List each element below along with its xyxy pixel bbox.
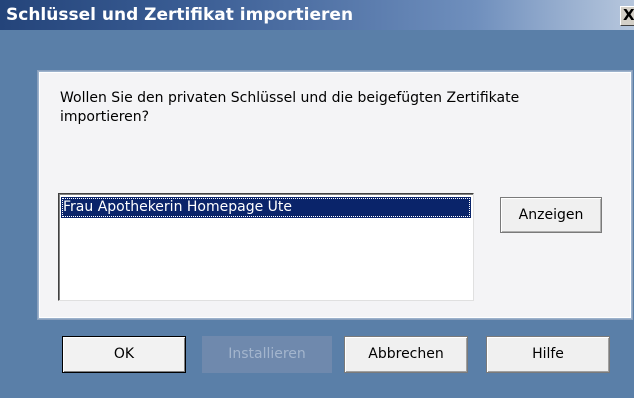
list-item-selected[interactable]: Frau Apothekerin Homepage Ute <box>61 197 471 218</box>
certificate-listbox[interactable]: Frau Apothekerin Homepage Ute <box>58 193 474 301</box>
install-button[interactable]: Installieren <box>202 336 332 373</box>
content-panel-inner: Wollen Sie den privaten Schlüssel und di… <box>40 73 630 317</box>
import-key-dialog: Schlüssel und Zertifikat importieren X W… <box>0 0 634 398</box>
close-button[interactable]: X <box>620 6 634 26</box>
cancel-button[interactable]: Abbrechen <box>344 336 468 373</box>
window-title: Schlüssel und Zertifikat importieren <box>6 5 354 25</box>
title-bar[interactable]: Schlüssel und Zertifikat importieren X <box>0 0 634 30</box>
content-panel: Wollen Sie den privaten Schlüssel und di… <box>37 70 633 320</box>
help-button[interactable]: Hilfe <box>486 336 610 373</box>
view-button[interactable]: Anzeigen <box>500 197 602 233</box>
ok-button[interactable]: OK <box>62 336 186 373</box>
import-question: Wollen Sie den privaten Schlüssel und di… <box>60 90 520 125</box>
close-icon: X <box>623 6 634 24</box>
